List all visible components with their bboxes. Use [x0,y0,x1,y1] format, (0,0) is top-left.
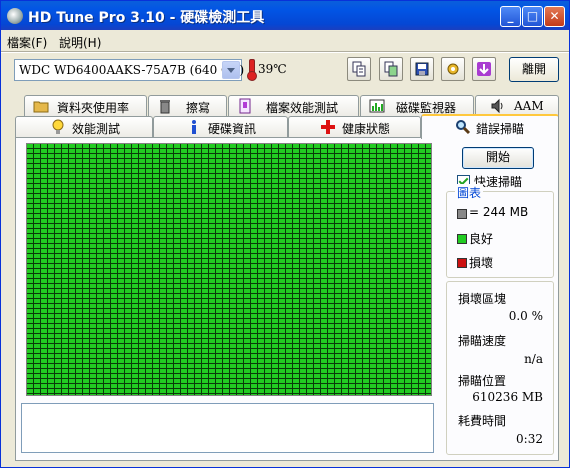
damaged-blocks-label: 損壞區塊 [458,292,507,306]
tab-label: 擦寫 [186,101,211,115]
tab-folder-usage[interactable]: 資料夾使用率 [24,95,147,117]
tab-label: 硬碟資訊 [208,122,257,136]
disk-monitor-icon [369,99,385,113]
minimize-icon: _ [507,9,514,23]
start-scan-button[interactable]: 開始 [462,147,534,169]
scan-position-label: 掃瞄位置 [458,374,507,388]
drive-select-value: WDC WD6400AAKS-75A7B (640 GB) [19,63,245,77]
magnifier-icon [456,120,471,135]
good-swatch [457,234,467,244]
title-bar[interactable]: HD Tune Pro 3.10 - 硬碟檢測工具 _ □ ✕ [1,1,569,30]
minimize-button[interactable]: _ [500,6,521,27]
temperature-readout: 39℃ [258,62,287,76]
options-button[interactable] [441,57,465,81]
menu-help[interactable]: 說明(H) [59,34,101,51]
close-icon: ✕ [549,9,560,23]
tab-label: 效能測試 [72,122,121,136]
tab-health[interactable]: 健康狀態 [288,116,421,138]
folder-icon [33,101,49,113]
thermometer-icon [247,59,257,81]
tab-erase[interactable]: 擦寫 [148,95,227,117]
tab-label: 錯誤掃瞄 [476,122,525,136]
legend-title: 圖表 [455,184,484,201]
scan-speed-value: n/a [524,352,543,366]
tab-file-benchmark[interactable]: 檔案效能測試 [228,95,359,117]
menu-file[interactable]: 檔案(F) [7,34,47,51]
copy-screenshot-button[interactable] [379,57,403,81]
tab-disk-info[interactable]: 硬碟資訊 [153,116,288,138]
elapsed-time-label: 耗費時間 [458,414,507,428]
block-size-swatch [457,209,467,219]
lightbulb-icon [52,119,64,134]
maximize-button[interactable]: □ [522,6,543,27]
copy-text-icon [352,61,366,77]
tab-label: 檔案效能測試 [266,101,339,115]
scan-block-map [26,143,432,396]
save-button[interactable] [410,57,434,81]
tab-label: AAM [514,99,544,113]
exit-button[interactable]: 離開 [509,57,559,82]
trash-icon [160,100,170,114]
bad-text: 損壞 [469,256,494,270]
damaged-blocks-value: 0.0 % [508,309,543,323]
bad-swatch [457,258,467,268]
scan-position-value: 610236 MB [472,390,543,404]
file-benchmark-icon [239,98,251,114]
info-icon [192,120,196,134]
tab-label: 資料夾使用率 [57,101,130,115]
scan-speed-label: 掃瞄速度 [458,334,507,348]
tab-label: 健康狀態 [342,122,391,136]
health-cross-icon [321,120,335,134]
speaker-icon [491,98,503,114]
scan-stats-group: 損壞區塊 0.0 % 掃瞄速度 n/a 掃瞄位置 610236 MB 耗費時間 … [446,281,554,455]
toolbar-divider [1,51,569,53]
download-icon [477,62,491,76]
maximize-icon: □ [526,9,539,23]
elapsed-time-value: 0:32 [516,432,543,446]
app-icon [7,8,23,24]
copy-text-button[interactable] [347,57,371,81]
window-title: HD Tune Pro 3.10 - 硬碟檢測工具 [28,10,265,26]
scan-block-grid [27,144,431,395]
download-button[interactable] [472,57,496,81]
options-icon [447,63,459,75]
legend-group: 圖表 = 244 MB 良好 損壞 [446,184,554,278]
copy-screenshot-icon [384,61,398,77]
app-window: HD Tune Pro 3.10 - 硬碟檢測工具 _ □ ✕ 檔案(F) 說明… [0,0,570,468]
scan-log[interactable] [21,403,434,453]
menu-bar: 檔案(F) 說明(H) [1,31,569,51]
tab-error-scan[interactable]: 錯誤掃瞄 [421,114,559,139]
block-size-text: = 244 MB [469,205,529,219]
chevron-down-icon[interactable] [222,61,240,79]
drive-select[interactable]: WDC WD6400AAKS-75A7B (640 GB) [14,59,245,81]
close-button[interactable]: ✕ [544,6,565,27]
tab-benchmark[interactable]: 效能測試 [15,116,153,138]
error-scan-panel: 開始 快速掃瞄 圖表 = 244 MB 良好 損壞 損壞區塊 0.0 % 掃瞄速… [15,137,559,461]
save-icon [415,62,429,76]
good-text: 良好 [469,232,494,246]
